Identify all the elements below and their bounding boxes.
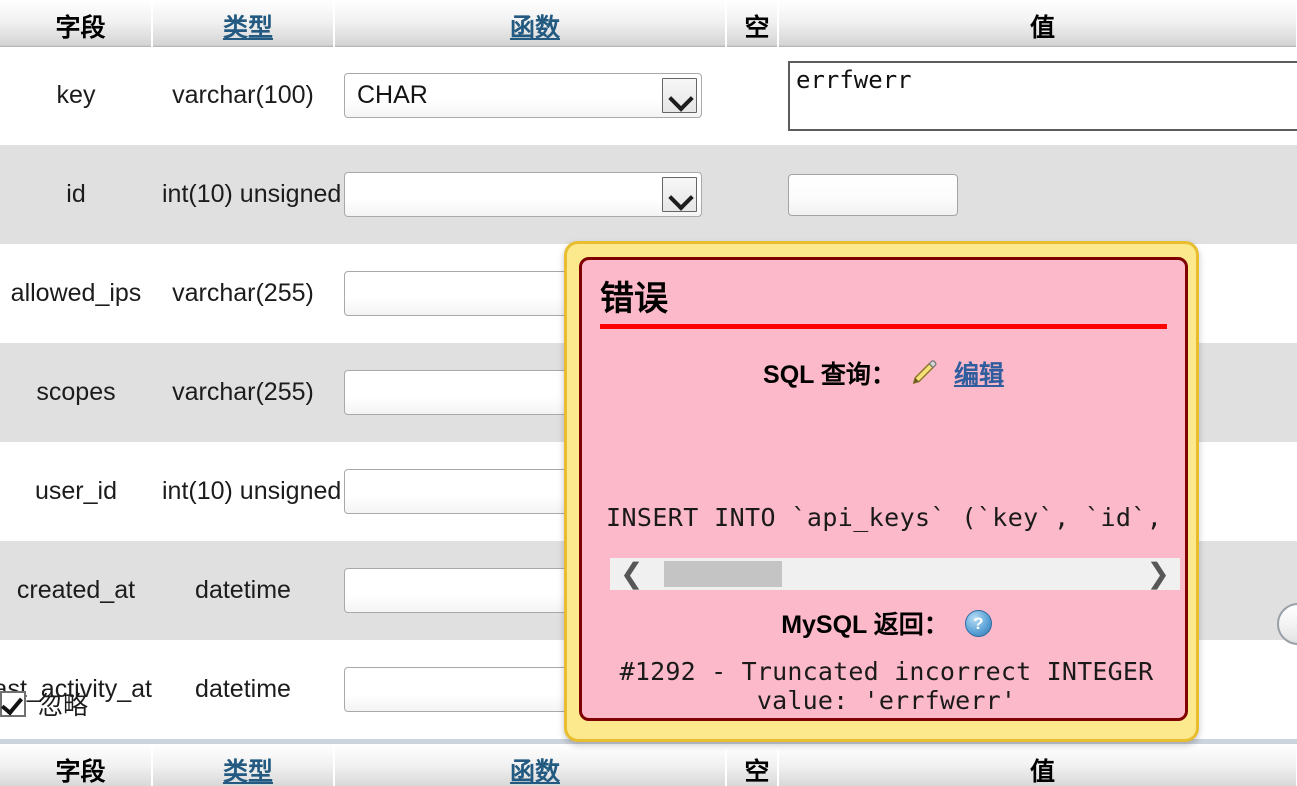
row-field-type: varchar(255) [152,343,334,442]
row-field-type: datetime [152,640,334,739]
help-icon[interactable]: ? [965,610,992,637]
row-field-type: varchar(255) [152,244,334,343]
table-header-row: 字段 类型 函数 空 值 [0,0,1297,46]
row-field-name: scopes [0,343,152,442]
mysql-return-header: MySQL 返回： ? [582,605,1188,641]
footer-column-header-type[interactable]: 类型 [152,744,334,786]
column-header-field-label: 字段 [55,14,105,42]
row-function-cell: CHAR [334,46,726,145]
column-header-type-label[interactable]: 类型 [223,14,273,42]
field-label: id [66,180,85,209]
column-header-type[interactable]: 类型 [152,0,334,46]
row-field-name: key [0,46,152,145]
row-field-name: user_id [0,442,152,541]
scrollbar-thumb[interactable] [664,561,782,587]
column-header-function-label[interactable]: 函数 [510,14,560,42]
pencil-icon[interactable] [910,358,940,388]
row-field-type: datetime [152,541,334,640]
table-row: id int(10) unsigned [0,145,1297,244]
footer-column-header-null[interactable]: 空 [726,744,778,786]
row-field-name: created_at [0,541,152,640]
sql-query-text: INSERT INTO `api_keys` (`key`, `id`, `al [606,503,1176,532]
sql-query-header: SQL 查询： 编辑 [582,355,1185,391]
phpmyadmin-insert-screen: 字段 类型 函数 空 值 key [0,0,1297,786]
column-header-value-label: 值 [1030,14,1055,42]
function-select-value: CHAR [357,81,428,109]
ignore-checkbox[interactable] [0,691,26,717]
mysql-error-message: #1292 - Truncated incorrect INTEGER valu… [582,658,1188,716]
column-header-field[interactable]: 字段 [0,0,152,46]
insert-form-table-footer: 字段 类型 函数 空 值 [0,744,1297,786]
edit-query-link[interactable]: 编辑 [954,355,1004,391]
footer-column-header-function[interactable]: 函数 [334,744,726,786]
ignore-row: 忽略 [0,686,88,722]
field-label: key [57,81,96,110]
chevron-down-icon[interactable] [662,78,697,113]
row-null-cell [726,46,778,145]
field-label: allowed_ips [11,279,142,308]
error-dialog-inner: 错误 SQL 查询： 编辑 INSERT INTO `api_keys` (`k… [579,257,1188,721]
error-dialog-title: 错误 [600,282,1185,318]
column-header-value[interactable]: 值 [778,0,1297,46]
row-field-name: allowed_ips [0,244,152,343]
row-function-cell [334,145,726,244]
row-field-type: int(10) unsigned [152,442,334,541]
error-dialog-title-rule [600,324,1167,329]
value-input[interactable] [788,174,958,216]
field-label: scopes [36,378,115,407]
footer-column-header-null-label: 空 [744,758,769,786]
scroll-right-icon[interactable]: ❯ [1137,560,1180,588]
footer-column-header-type-label[interactable]: 类型 [223,758,273,786]
function-select[interactable]: CHAR [344,73,702,118]
footer-column-header-function-label[interactable]: 函数 [510,758,560,786]
footer-column-header-field[interactable]: 字段 [0,744,152,786]
scroll-left-icon[interactable]: ❮ [610,560,653,588]
row-field-type: int(10) unsigned [152,145,334,244]
table-footer-header-row: 字段 类型 函数 空 值 [0,744,1297,786]
value-textarea[interactable]: errfwerr [788,61,1297,131]
error-dialog: 错误 SQL 查询： 编辑 INSERT INTO `api_keys` (`k… [564,241,1199,742]
field-label: created_at [17,576,135,605]
table-row: key varchar(100) CHAR errfwerr [0,46,1297,145]
row-value-cell: errfwerr [778,46,1297,145]
ignore-label: 忽略 [38,686,88,722]
mysql-return-label: MySQL 返回： [781,605,949,641]
row-null-cell [726,145,778,244]
row-field-type: varchar(100) [152,46,334,145]
row-value-cell [778,145,1297,244]
chevron-down-icon[interactable] [662,177,697,212]
footer-column-header-value[interactable]: 值 [778,744,1297,786]
footer-column-header-value-label: 值 [1030,758,1055,786]
sql-query-label: SQL 查询： [763,355,896,391]
column-header-null[interactable]: 空 [726,0,778,46]
row-field-name: id [0,145,152,244]
function-select[interactable] [344,172,702,217]
column-header-null-label: 空 [744,14,769,42]
field-label: user_id [35,477,117,506]
footer-column-header-field-label: 字段 [55,758,105,786]
sql-query-horizontal-scrollbar[interactable]: ❮ ❯ [610,558,1180,590]
column-header-function[interactable]: 函数 [334,0,726,46]
